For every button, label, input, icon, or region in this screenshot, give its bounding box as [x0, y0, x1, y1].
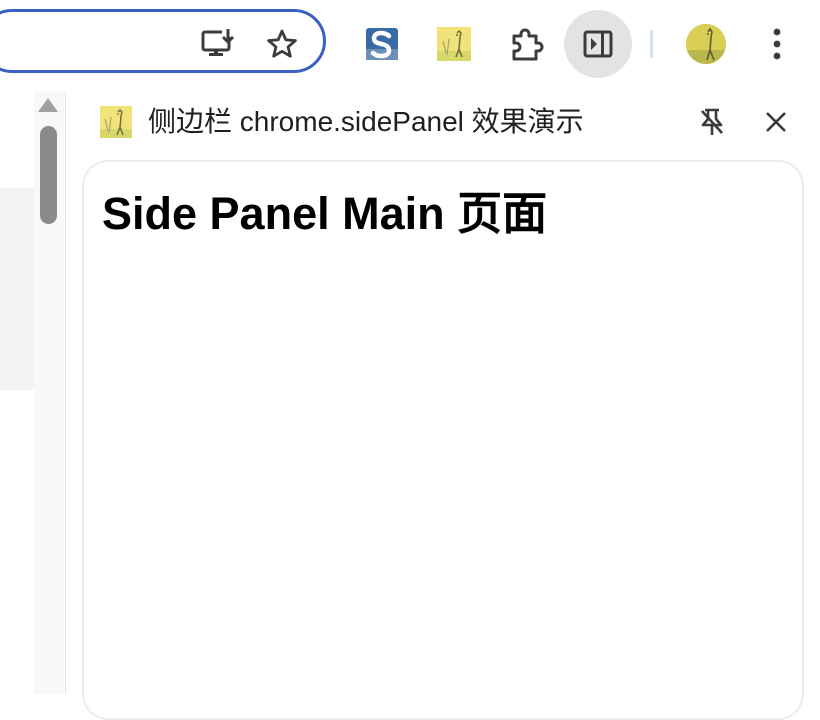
side-panel-button[interactable] — [564, 10, 632, 78]
toolbar-divider — [650, 30, 653, 58]
side-panel-content: Side Panel Main 页面 — [82, 160, 804, 720]
giraffe-favicon — [100, 106, 132, 138]
star-icon[interactable] — [262, 24, 302, 64]
more-vert-icon[interactable] — [762, 24, 792, 64]
side-panel-icon — [583, 30, 613, 58]
scroll-up-arrow-icon[interactable] — [38, 98, 58, 112]
unpin-icon[interactable] — [694, 104, 730, 140]
close-icon[interactable] — [758, 104, 794, 140]
giraffe-extension-icon[interactable] — [436, 26, 472, 62]
install-app-icon[interactable] — [198, 24, 238, 64]
side-panel-title: 侧边栏 chrome.sidePanel 效果演示 — [148, 106, 584, 137]
page-content-block — [0, 188, 34, 390]
avatar[interactable] — [686, 24, 726, 64]
s-extension-icon[interactable] — [364, 26, 400, 62]
page-title: Side Panel Main 页面 — [102, 188, 548, 239]
browser-toolbar — [0, 0, 820, 88]
scrollbar-thumb[interactable] — [40, 126, 57, 224]
side-panel: 侧边栏 chrome.sidePanel 效果演示 Side Panel Mai… — [66, 88, 820, 720]
side-panel-header: 侧边栏 chrome.sidePanel 效果演示 — [66, 88, 820, 158]
puzzle-icon[interactable] — [506, 24, 548, 66]
main-page-area — [0, 92, 66, 694]
